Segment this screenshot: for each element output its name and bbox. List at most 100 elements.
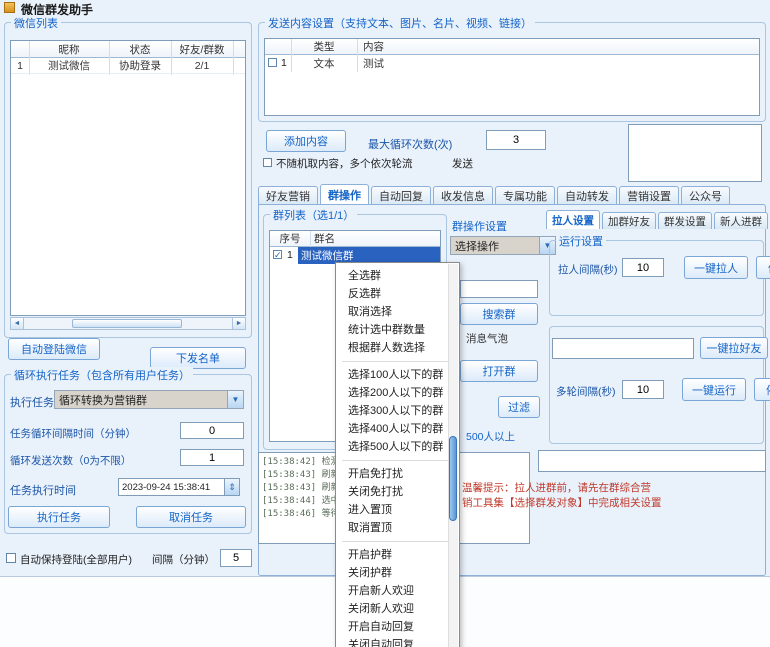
col-status: 状态 (109, 41, 171, 57)
content-row-seq: 1 (281, 57, 287, 69)
run-task-button[interactable]: 执行任务 (8, 506, 110, 528)
round-stop-button[interactable]: 停止 (754, 378, 770, 401)
invite-friends-button[interactable]: 一键拉好友 (700, 337, 768, 359)
cancel-task-button[interactable]: 取消任务 (136, 506, 246, 528)
scroll-thumb[interactable] (72, 319, 182, 328)
menu-item[interactable]: 关闭免打扰 (336, 483, 459, 501)
keepalive-label: 自动保持登陆(全部用户) (20, 552, 132, 567)
menu-item[interactable]: 选择500人以下的群 (336, 438, 459, 456)
menu-item[interactable]: 选择100人以下的群 (336, 366, 459, 384)
menu-item[interactable]: 取消置顶 (336, 519, 459, 537)
exec-task-value: 循环转换为营销群 (59, 392, 147, 408)
round-interval-input[interactable] (622, 380, 664, 399)
app-icon (4, 2, 15, 13)
round-run-button[interactable]: 一键运行 (682, 378, 746, 401)
menu-item[interactable]: 开启免打扰 (336, 465, 459, 483)
bottom-right-input[interactable] (538, 450, 766, 472)
menu-item[interactable]: 选择400人以下的群 (336, 420, 459, 438)
run-settings-title: 运行设置 (556, 233, 606, 249)
group-op-value: 选择操作 (455, 238, 499, 254)
table-row[interactable]: 1 测试微信 协助登录 2/1 (11, 58, 245, 74)
task-time-picker[interactable]: 2023-09-24 15:38:41 ⇕ (118, 478, 240, 496)
menu-item[interactable]: 关闭护群 (336, 564, 459, 582)
task-title: 循环执行任务（包含所有用户任务） (11, 367, 193, 383)
menu-item[interactable]: 开启自动回复 (336, 618, 459, 636)
add-content-button[interactable]: 添加内容 (266, 130, 346, 152)
col-nick: 昵称 (29, 41, 109, 57)
tab-auto-forward[interactable]: 自动转发 (557, 186, 617, 205)
menu-item[interactable]: 全选群 (336, 267, 459, 285)
group-search-input[interactable] (460, 280, 538, 298)
menu-item[interactable]: 关闭自动回复 (336, 636, 459, 647)
filter-button[interactable]: 过滤 (498, 396, 540, 418)
invite-stop-button[interactable]: 停止 (756, 256, 770, 279)
content-preview-box[interactable] (628, 124, 762, 182)
content-table[interactable]: 类型 内容 1 文本 测试 (264, 38, 760, 116)
random-content-checkbox[interactable] (263, 158, 272, 167)
loop-count-input[interactable] (180, 449, 244, 466)
col-content: 内容 (357, 39, 437, 54)
datetime-spinner-icon[interactable]: ⇕ (224, 479, 239, 495)
subtab-newcomer[interactable]: 新人进群 (714, 212, 768, 229)
wechat-table[interactable]: 昵称 状态 好友/群数 1 测试微信 协助登录 2/1 (10, 40, 246, 316)
tab-marketing-settings[interactable]: 营销设置 (619, 186, 679, 205)
cell-nick: 测试微信 (29, 58, 109, 73)
search-group-button[interactable]: 搜索群 (460, 303, 538, 325)
open-group-button[interactable]: 打开群 (460, 360, 538, 382)
invite-run-button[interactable]: 一键拉人 (684, 256, 748, 279)
grid-line (310, 231, 311, 247)
menu-item[interactable]: 统计选中群数量 (336, 321, 459, 339)
wechat-list-hscrollbar[interactable]: ◄ ► (10, 317, 246, 330)
keepalive-checkbox[interactable] (6, 553, 16, 563)
subtab-invite-settings[interactable]: 拉人设置 (546, 210, 600, 229)
menu-item[interactable]: 取消选择 (336, 303, 459, 321)
chevron-down-icon[interactable]: ▼ (227, 391, 243, 408)
roster-button[interactable]: 下发名单 (150, 347, 246, 369)
bubble-label: 消息气泡 (466, 331, 508, 346)
keepalive-gap-input[interactable] (220, 549, 252, 567)
invite-interval-input[interactable] (622, 258, 664, 277)
menu-item[interactable]: 选择300人以下的群 (336, 402, 459, 420)
content-table-header: 类型 内容 (265, 39, 759, 55)
exec-task-combobox[interactable]: 循环转换为营销群 ▼ (54, 390, 244, 409)
menu-item[interactable]: 关闭新人欢迎 (336, 600, 459, 618)
exec-task-label: 执行任务 (10, 394, 54, 410)
random-content-label: 不随机取内容，多个依次轮流 (276, 156, 413, 171)
tab-official-account[interactable]: 公众号 (681, 186, 730, 205)
menu-separator (342, 541, 453, 542)
menu-item[interactable]: 开启新人欢迎 (336, 582, 459, 600)
col-type: 类型 (291, 39, 357, 54)
group-row-checkbox[interactable]: ✓ (273, 250, 282, 259)
menu-item[interactable]: 进入置顶 (336, 501, 459, 519)
task-interval-input[interactable] (180, 422, 244, 439)
menu-item[interactable]: 选择200人以下的群 (336, 384, 459, 402)
send-suffix-label: 发送 (452, 156, 473, 171)
subtab-mass-send[interactable]: 群发设置 (658, 212, 712, 229)
tab-send-receive[interactable]: 收发信息 (433, 186, 493, 205)
max-loop-input[interactable] (486, 130, 546, 150)
subtab-add-friends[interactable]: 加群好友 (602, 212, 656, 229)
menu-item[interactable]: 反选群 (336, 285, 459, 303)
group-op-combobox[interactable]: 选择操作 ▼ (450, 236, 556, 255)
invite-target-input[interactable] (552, 338, 694, 359)
scroll-left-icon[interactable]: ◄ (11, 318, 24, 329)
menu-item[interactable]: 根据群人数选择 (336, 339, 459, 357)
tab-friend-marketing[interactable]: 好友营销 (258, 186, 318, 205)
menu-scroll-thumb[interactable] (449, 436, 457, 521)
group-op-label: 群操作设置 (452, 218, 507, 234)
col-count: 好友/群数 (171, 41, 233, 57)
keepalive-gap-label: 间隔（分钟） (152, 552, 215, 567)
content-row-checkbox[interactable] (268, 58, 277, 67)
task-time-label: 任务执行时间 (10, 482, 76, 498)
tab-special-functions[interactable]: 专属功能 (495, 186, 555, 205)
round-interval-label: 多轮间隔(秒) (556, 384, 616, 399)
cell-count: 2/1 (171, 58, 233, 73)
tab-group-operation[interactable]: 群操作 (320, 184, 369, 205)
auto-login-button[interactable]: 自动登陆微信 (8, 338, 100, 360)
content-row[interactable]: 1 文本 测试 (265, 55, 759, 72)
menu-item[interactable]: 开启护群 (336, 546, 459, 564)
tab-auto-reply[interactable]: 自动回复 (371, 186, 431, 205)
scroll-right-icon[interactable]: ► (232, 318, 245, 329)
cell-seq: 1 (11, 58, 29, 73)
menu-scrollbar[interactable] (448, 264, 458, 647)
